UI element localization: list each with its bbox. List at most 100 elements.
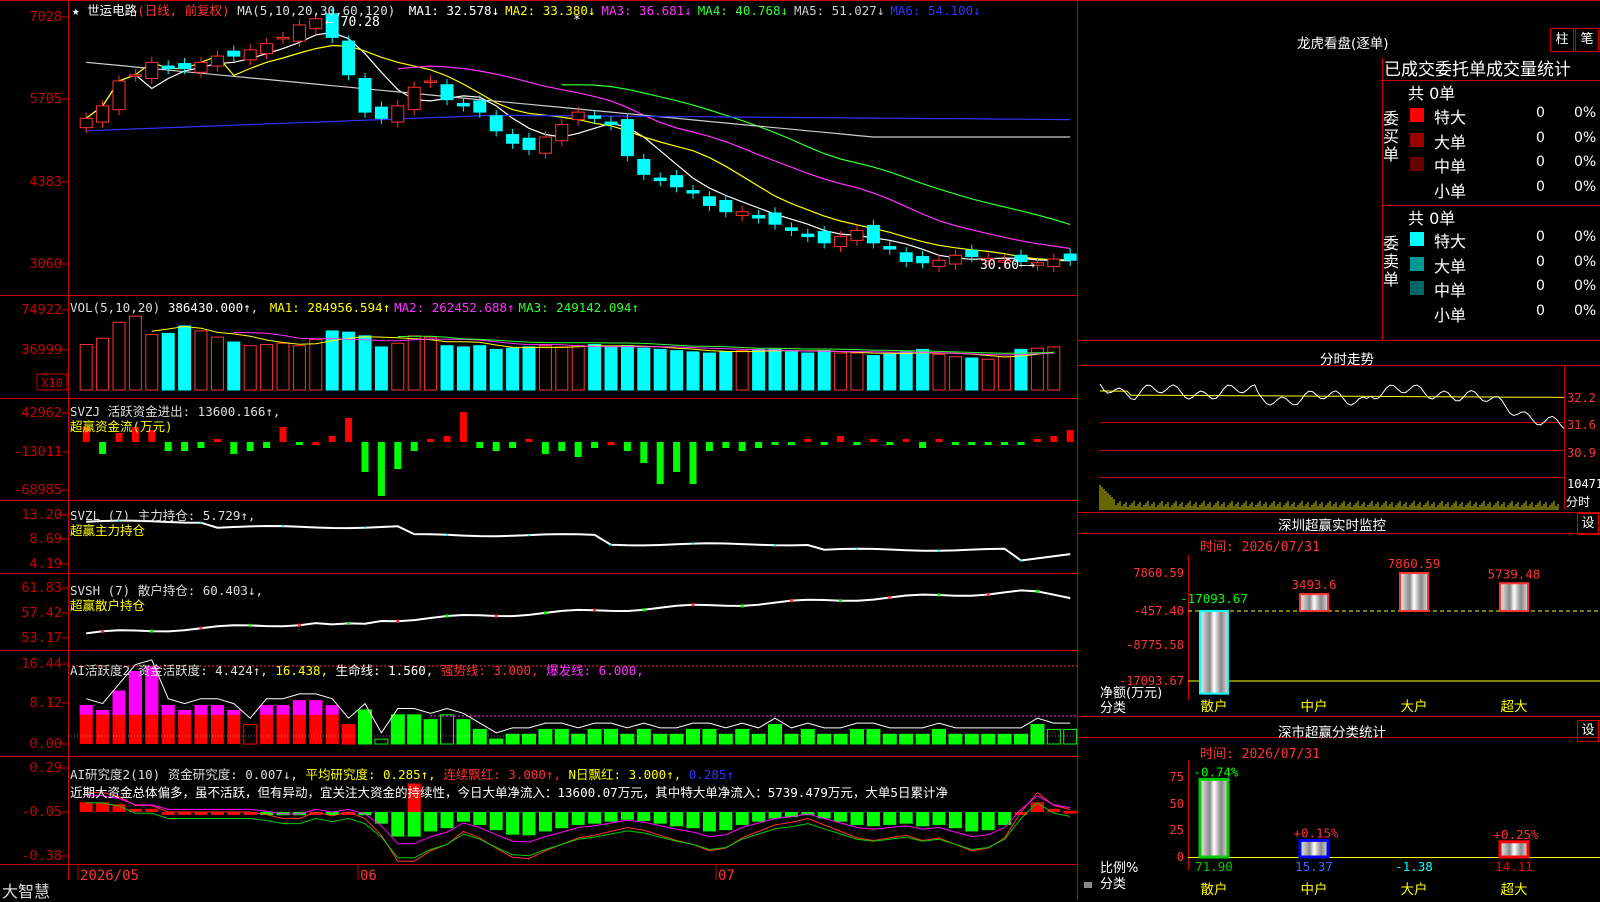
volume-bar: [604, 346, 618, 391]
vol-ma-value-2: MA2: 262452.688↑: [394, 300, 515, 315]
sz-class-title: 深市超赢分类统计: [1278, 725, 1386, 741]
dragon-panel: 龙虎看盘(逐单) 柱 笔 已成交委托单成交量统计 委买单 委卖单 共 0单 共 …: [1100, 0, 1600, 345]
ai1-burst: 爆发线: 6.000,: [546, 663, 644, 678]
svsh-dot: [839, 599, 843, 603]
volume-bar: [473, 345, 487, 391]
flow-bar: [394, 442, 402, 469]
candle: [948, 254, 962, 265]
sell-pct: 0%: [1574, 229, 1597, 245]
monitor-bar: [1499, 582, 1529, 613]
research-bar: [571, 812, 585, 825]
sell-label: 大单: [1434, 256, 1467, 276]
buy-swatch: [1410, 132, 1424, 147]
research-bar: [719, 812, 733, 831]
buy-count: 0: [1536, 178, 1545, 195]
volume-bar: [276, 342, 290, 391]
vol-unit-label: X10: [41, 376, 63, 390]
volume-bar: [817, 350, 831, 391]
volume-bar: [506, 347, 520, 391]
sz-monitor-settings-button[interactable]: 设: [1577, 513, 1599, 535]
activity-bar-top: [260, 705, 274, 715]
flow-bar: [869, 439, 877, 442]
ma-value-1: MA1: 32.578↓: [408, 3, 500, 18]
research-bar: [899, 812, 913, 824]
activity-bar: [636, 728, 651, 745]
activity-bar: [702, 728, 717, 745]
flow-bar: [361, 442, 369, 472]
volume-bar: [358, 335, 372, 391]
flow-bar: [312, 442, 320, 445]
monitor-bar: [1299, 593, 1329, 612]
flow-bar: [640, 442, 648, 463]
activity-bar: [178, 709, 192, 744]
candle: [834, 236, 848, 248]
research-bar: [866, 812, 880, 827]
flow-bar: [820, 442, 828, 445]
price-axis-label: 7028: [29, 9, 62, 25]
brand-logo[interactable]: 大智慧: [2, 878, 50, 902]
sell-swatch: [1410, 232, 1424, 246]
volume-bar: [489, 348, 503, 391]
volume-bar: [899, 351, 913, 391]
research-bar: [686, 812, 700, 829]
candle: [670, 175, 684, 188]
intraday-vol-label: 10471: [1567, 477, 1600, 491]
class-value-label: -1.38: [1395, 859, 1433, 874]
activity-bar-top: [227, 709, 241, 715]
activity-bar: [587, 728, 602, 745]
svsh-dot: [789, 599, 793, 603]
sell-pct: 0%: [1574, 302, 1597, 319]
sz-class-settings-button[interactable]: 设: [1577, 720, 1599, 742]
candle: [1047, 258, 1061, 267]
intraday-axis-label: 32.2: [1567, 391, 1596, 405]
ai1-life: 生命线: 1.560,: [335, 663, 434, 678]
activity-bar: [423, 719, 438, 745]
volume-bar: [932, 353, 946, 391]
flow-bar: [279, 427, 287, 442]
class-bar: [1298, 838, 1330, 859]
period-label[interactable]: (日线, 前复权): [137, 3, 230, 18]
svsh-dot: [347, 621, 351, 625]
flow-bar: [919, 442, 927, 448]
activity-bar: [915, 733, 930, 745]
pen-mode-button[interactable]: 笔: [1575, 28, 1599, 52]
buy-row: 小单 0 0%: [1408, 178, 1600, 203]
ai2-extra: 0.285↑: [688, 767, 734, 782]
candle: [899, 252, 913, 263]
vol-ma-values: MA1: 284956.594↑ MA2: 262452.688↑ MA3: 249…: [266, 300, 639, 315]
buy-row: 大单 0 0%: [1408, 129, 1600, 154]
sell-total: 共 0单: [1408, 209, 1456, 228]
flow-bar: [1001, 442, 1009, 445]
ma-value-4: MA4: 40.768↓: [697, 3, 789, 18]
volume-bar: [866, 355, 880, 391]
activity-bar: [604, 728, 618, 745]
activity-bar: [554, 728, 569, 745]
candle: [883, 246, 897, 250]
intraday-title: 分时走势: [1320, 352, 1374, 368]
svsh-dot: [396, 619, 400, 623]
vol-axis-label: 36999: [21, 342, 62, 358]
research-bar: [489, 812, 503, 831]
candle: [227, 50, 241, 57]
stock-name[interactable]: 世运电路: [87, 3, 137, 18]
bar-mode-button[interactable]: 柱: [1550, 28, 1574, 52]
candle: [1063, 253, 1077, 261]
activity-bar: [653, 733, 668, 745]
research-bar: [637, 812, 651, 822]
favorite-star-icon[interactable]: ★: [72, 3, 80, 18]
buy-pct: 0%: [1574, 105, 1597, 121]
flow-bar: [837, 436, 845, 442]
svsh-dot: [494, 614, 498, 618]
monitor-bar-label: 7860.59: [1388, 556, 1441, 571]
vol-value: 386430.000↑: [167, 300, 251, 315]
research-bar: [620, 812, 634, 820]
research-bar: [1063, 810, 1077, 814]
class-bar: [1498, 840, 1530, 859]
research-bar: [981, 812, 995, 831]
candle: [850, 229, 864, 241]
svzl-dot: [282, 525, 284, 528]
candle: [489, 115, 503, 132]
date-label: 06: [360, 868, 377, 884]
volume-bar: [407, 335, 421, 391]
sz-class-time: 时间: 2026/07/31: [1200, 747, 1320, 762]
